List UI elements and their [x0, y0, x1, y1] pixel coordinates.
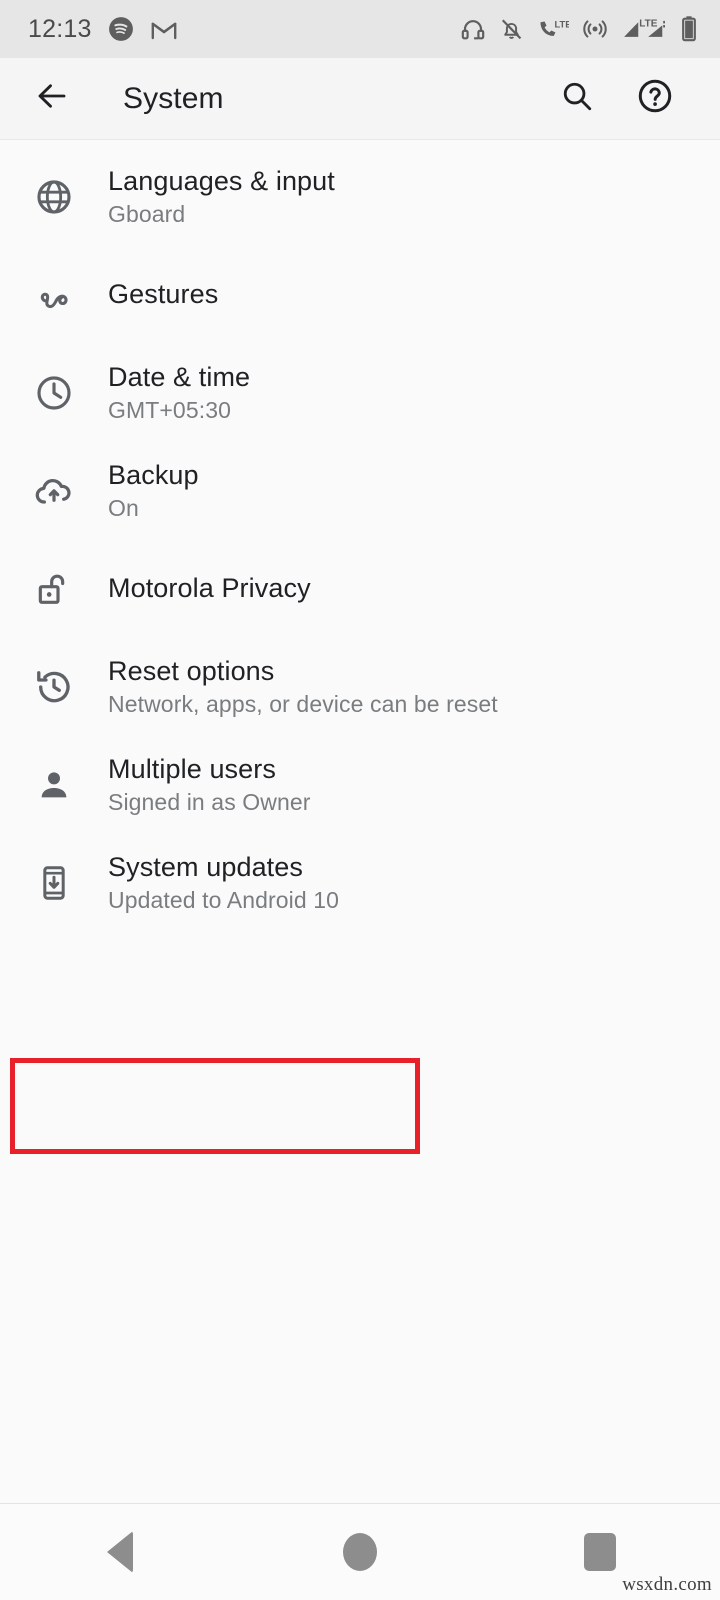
settings-row-text: Motorola Privacy — [108, 573, 311, 604]
status-bar-clock: 12:13 — [28, 14, 92, 43]
settings-list: Languages & input Gboard Gestures Date &… — [0, 140, 720, 1503]
person-icon — [0, 765, 108, 805]
settings-row-subtitle: On — [108, 495, 139, 522]
page-title: System — [123, 81, 224, 115]
headset-icon — [460, 16, 486, 42]
settings-row-reset-options[interactable]: Reset options Network, apps, or device c… — [0, 638, 720, 736]
spotify-icon — [108, 16, 134, 42]
settings-row-gestures[interactable]: Gestures — [0, 246, 720, 344]
highlight-annotation-box — [10, 1058, 420, 1154]
status-bar: 12:13 LTE LTE — [0, 0, 720, 58]
settings-row-text: Date & time GMT+05:30 — [108, 362, 250, 424]
settings-row-backup[interactable]: Backup On — [0, 442, 720, 540]
cloud-upload-icon — [0, 470, 108, 512]
settings-row-system-updates[interactable]: System updates Updated to Android 10 — [0, 834, 720, 932]
settings-row-text: System updates Updated to Android 10 — [108, 852, 339, 914]
app-bar: System — [0, 58, 720, 140]
settings-row-motorola-privacy[interactable]: Motorola Privacy — [0, 540, 720, 638]
arrow-back-icon — [34, 78, 70, 119]
help-circle-icon — [636, 77, 674, 120]
settings-row-text: Reset options Network, apps, or device c… — [108, 656, 498, 718]
settings-row-title: Gestures — [108, 279, 219, 310]
battery-icon — [680, 15, 698, 43]
settings-row-subtitle: Signed in as Owner — [108, 789, 311, 816]
system-update-icon — [0, 864, 108, 902]
search-button[interactable] — [550, 72, 604, 126]
nav-back-triangle-icon — [107, 1531, 133, 1573]
settings-row-title: Multiple users — [108, 753, 276, 784]
notifications-muted-icon — [499, 16, 524, 42]
settings-row-title: Date & time — [108, 361, 251, 392]
settings-row-title: Reset options — [108, 655, 275, 686]
settings-row-text: Multiple users Signed in as Owner — [108, 754, 311, 816]
volte-call-icon: LTE — [537, 16, 569, 42]
phone-screen: 12:13 LTE LTE System Languages & input G… — [0, 0, 720, 1600]
settings-row-date-time[interactable]: Date & time GMT+05:30 — [0, 344, 720, 442]
status-bar-right: LTE LTE — [460, 15, 698, 43]
settings-row-subtitle: Gboard — [108, 201, 186, 228]
nav-recents-square-icon — [584, 1533, 616, 1571]
settings-row-text: Languages & input Gboard — [108, 166, 335, 228]
settings-row-subtitle: Updated to Android 10 — [108, 887, 339, 914]
nav-home-circle-icon — [343, 1533, 377, 1571]
signal-lte-icon: LTE — [621, 16, 667, 42]
globe-icon — [0, 177, 108, 217]
restore-icon — [0, 666, 108, 708]
lock-open-icon — [0, 569, 108, 609]
settings-row-title: Motorola Privacy — [108, 573, 311, 604]
nav-back-button[interactable] — [60, 1504, 180, 1600]
nav-home-button[interactable] — [300, 1504, 420, 1600]
status-bar-left: 12:13 — [28, 16, 178, 42]
help-button[interactable] — [628, 72, 682, 126]
gmail-icon — [150, 16, 178, 42]
watermark: wsxdn.com — [622, 1574, 712, 1595]
back-button[interactable] — [26, 73, 78, 125]
settings-row-multiple-users[interactable]: Multiple users Signed in as Owner — [0, 736, 720, 834]
search-icon — [560, 79, 594, 118]
settings-row-title: System updates — [108, 851, 304, 882]
settings-row-text: Gestures — [108, 279, 218, 310]
settings-row-languages-input[interactable]: Languages & input Gboard — [0, 148, 720, 246]
settings-row-title: Backup — [108, 459, 199, 490]
settings-row-text: Backup On — [108, 460, 199, 522]
gesture-icon — [0, 275, 108, 315]
svg-text:LTE: LTE — [555, 18, 570, 29]
settings-row-subtitle: Network, apps, or device can be reset — [108, 691, 498, 718]
settings-row-title: Languages & input — [108, 165, 335, 196]
hotspot-icon — [582, 16, 608, 42]
clock-icon — [0, 373, 108, 413]
svg-text:LTE: LTE — [639, 18, 657, 29]
navigation-bar: wsxdn.com — [0, 1503, 720, 1600]
settings-row-subtitle: GMT+05:30 — [108, 397, 231, 424]
